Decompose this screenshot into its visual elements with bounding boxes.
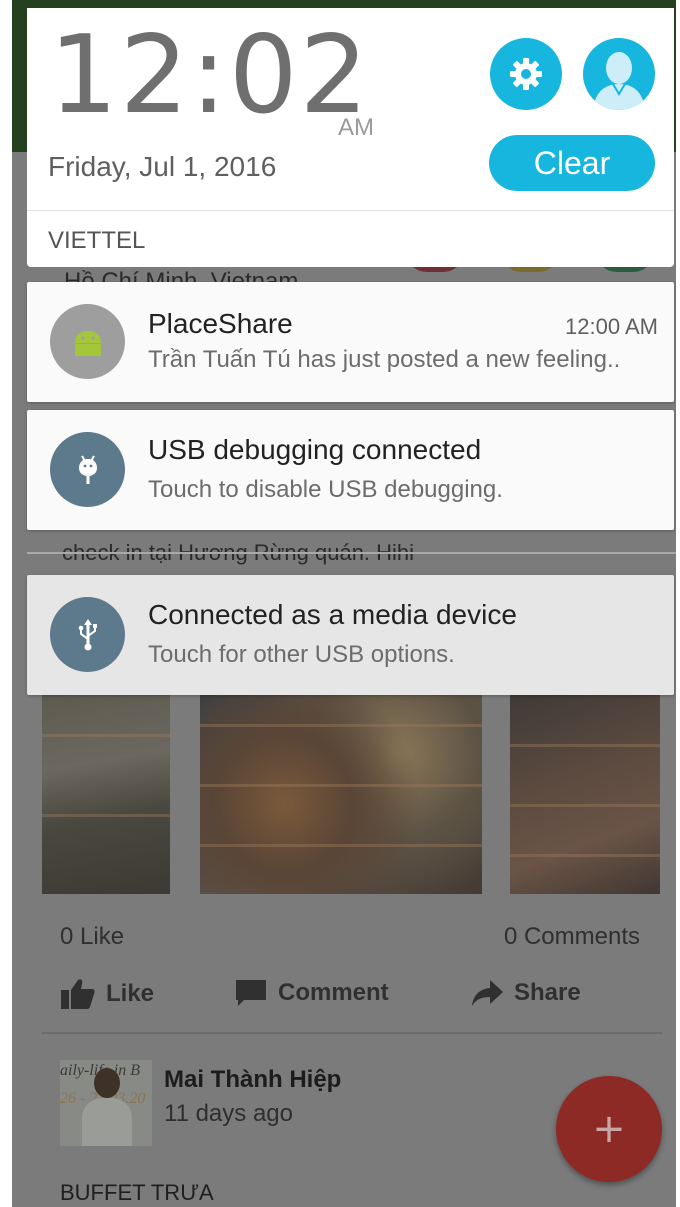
android-icon bbox=[50, 304, 125, 379]
post-caption: BUFFET TRƯA bbox=[60, 1180, 214, 1205]
notification-text: Touch for other USB options. bbox=[148, 641, 455, 668]
like-label: Like bbox=[106, 980, 155, 1007]
post-photo-1[interactable] bbox=[42, 694, 170, 894]
like-count: 0 Like bbox=[60, 923, 125, 950]
thumbs-up-icon bbox=[61, 979, 95, 1009]
comment-label: Comment bbox=[278, 979, 389, 1006]
add-post-button[interactable]: + bbox=[556, 1076, 662, 1182]
clock-ampm: AM bbox=[338, 114, 374, 141]
gear-icon bbox=[510, 58, 542, 90]
share-button[interactable]: Share bbox=[470, 978, 581, 1008]
post-photo-3[interactable] bbox=[510, 694, 660, 894]
notification-placeshare[interactable]: PlaceShare 12:00 AM Trần Tuấn Tú has jus… bbox=[27, 282, 674, 402]
notification-usb-debugging[interactable]: USB debugging connected Touch to disable… bbox=[27, 410, 674, 530]
notification-shade-header: 12:02 AM Friday, Jul 1, 2016 Clear bbox=[27, 8, 674, 210]
author-name[interactable]: Mai Thành Hiệp bbox=[164, 1066, 341, 1094]
carrier-bar: VIETTEL bbox=[27, 210, 674, 267]
usb-icon bbox=[50, 597, 125, 672]
post-photo-2[interactable] bbox=[200, 694, 482, 894]
user-avatar-icon bbox=[593, 52, 645, 110]
plus-icon: + bbox=[592, 1106, 626, 1152]
shade-divider bbox=[27, 552, 676, 554]
notification-text: Trần Tuấn Tú has just posted a new feeli… bbox=[148, 346, 621, 373]
notification-title: USB debugging connected bbox=[148, 434, 482, 465]
settings-button[interactable] bbox=[490, 38, 562, 110]
date-label[interactable]: Friday, Jul 1, 2016 bbox=[48, 151, 276, 183]
author-time: 11 days ago bbox=[164, 1100, 293, 1127]
author-avatar[interactable]: aily-life in B 26 - 27.03.20 bbox=[60, 1060, 152, 1146]
notification-app-name: PlaceShare bbox=[148, 308, 293, 339]
clear-button[interactable]: Clear bbox=[489, 135, 655, 191]
carrier-name: VIETTEL bbox=[48, 227, 146, 254]
notification-time: 12:00 AM bbox=[565, 314, 658, 339]
notification-title: Connected as a media device bbox=[148, 599, 517, 630]
notification-text: Touch to disable USB debugging. bbox=[148, 476, 503, 503]
clock-time: 12:02 bbox=[49, 13, 371, 138]
share-arrow-icon bbox=[472, 980, 503, 1006]
notification-media-device[interactable]: Connected as a media device Touch for ot… bbox=[27, 575, 674, 695]
comment-button[interactable]: Comment bbox=[234, 978, 389, 1008]
like-button[interactable]: Like bbox=[60, 978, 154, 1010]
post-divider bbox=[42, 1032, 662, 1034]
debug-icon bbox=[50, 432, 125, 507]
comment-icon bbox=[236, 980, 266, 1006]
share-label: Share bbox=[514, 979, 581, 1006]
comment-count: 0 Comments bbox=[503, 923, 640, 950]
user-profile-button[interactable] bbox=[583, 38, 655, 110]
